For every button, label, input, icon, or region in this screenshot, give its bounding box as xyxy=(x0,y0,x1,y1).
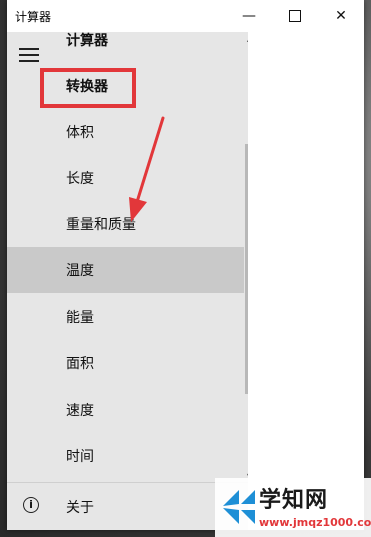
minimize-button[interactable]: — xyxy=(226,0,272,32)
nav-item-label: 关于 xyxy=(66,500,94,516)
nav-item-about[interactable]: i 关于 xyxy=(7,484,248,530)
close-button[interactable]: ✕ xyxy=(318,0,364,32)
site-watermark: 学知网 www.jmqz1000.com xyxy=(215,478,371,537)
close-icon: ✕ xyxy=(335,8,347,24)
maximize-button[interactable] xyxy=(272,0,318,32)
window-title: 计算器 xyxy=(15,10,52,24)
nav-divider xyxy=(7,482,248,483)
minimize-icon: — xyxy=(242,8,256,24)
info-icon: i xyxy=(23,497,39,513)
watermark-logo-icon xyxy=(223,490,255,524)
watermark-url: www.jmqz1000.com xyxy=(259,516,371,529)
watermark-title: 学知网 xyxy=(259,488,329,513)
maximize-icon xyxy=(289,10,301,22)
navigation-pane: 计算器 转换器 体积 长度 重量和质量 温度 能量 面积 速度 时间 i 关于 xyxy=(7,32,256,530)
title-bar: 计算器 — ✕ xyxy=(7,0,364,32)
annotation-arrow xyxy=(129,116,165,222)
calculator-window: 计算器 — ✕ 计算器 转换器 体积 长度 重量和质量 温度 能量 面积 速度 … xyxy=(7,0,364,530)
content-area xyxy=(248,32,364,530)
